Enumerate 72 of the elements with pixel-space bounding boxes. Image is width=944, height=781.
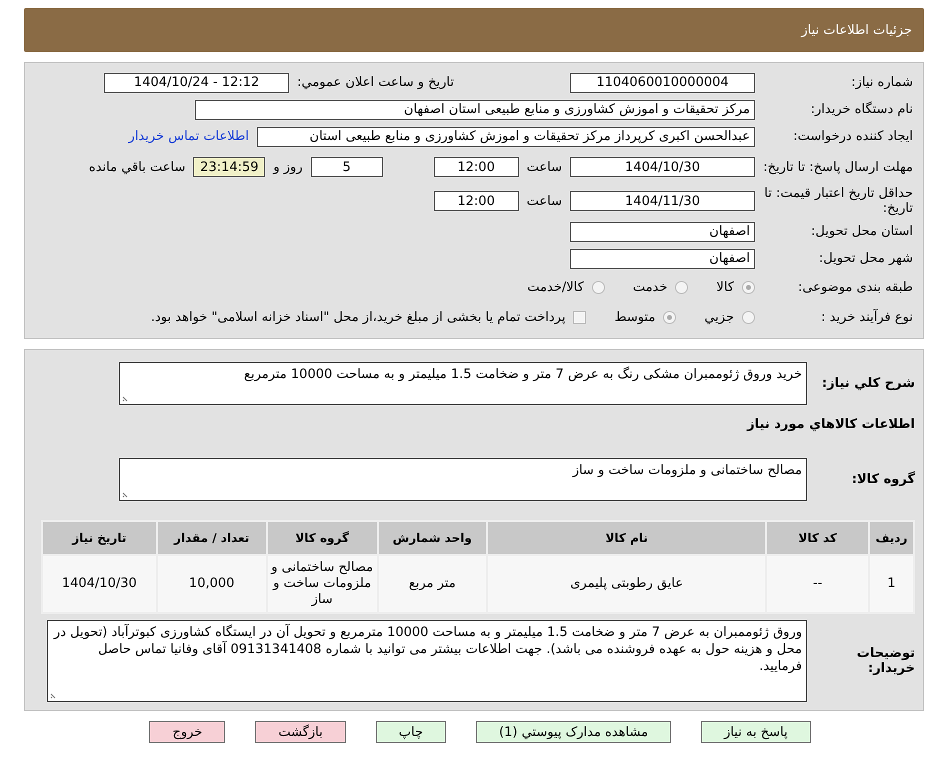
option-label: کالا (716, 280, 734, 294)
checkbox-label: پرداخت تمام یا بخشی از مبلغ خرید،از محل "اسناد خزانه اسلامی" خواهد بود. (150, 310, 566, 324)
field-label: نوع فرآیند خرید : (820, 310, 913, 324)
radio-button[interactable] (663, 310, 676, 324)
option-label: کالا/خدمت (527, 280, 584, 294)
input-field[interactable]: مرکز تحقیقات و اموزش کشاورزی و منابع طبیعی استان اصفهان (195, 100, 755, 120)
input-field[interactable]: 1104060010000004 (570, 72, 755, 92)
input-field[interactable]: 5 (310, 157, 383, 177)
button[interactable]: پاسخ به نیاز (701, 721, 811, 743)
countdown-field[interactable]: 23:14:59 (193, 157, 266, 177)
text-area-value: خرید وروق ژئوممبران مشکی رنگ به عرض 7 متر و ضخامت 1.5 میلیمتر و به مساحت 10000 مترمربع (244, 367, 802, 382)
field-label: مهلت ارسال پاسخ: تا تاریخ: (763, 160, 913, 174)
radio-button[interactable] (742, 280, 755, 294)
table-cell: مصالح ساختمانی و ملزومات ساخت و ساز (266, 555, 378, 613)
input-field[interactable]: اصفهان (570, 248, 755, 268)
field-label: شهر محل تحویل: (818, 251, 913, 266)
button[interactable]: خروج (149, 721, 226, 743)
table-cell: 1404/10/30 (42, 555, 157, 613)
column-header: تاریخ نیاز (42, 521, 157, 555)
text-area-value: مصالح ساختمانی و ملزومات ساخت و ساز (572, 462, 802, 478)
input-field[interactable]: 1404/10/24 - 12:12 (104, 72, 290, 92)
radio-button[interactable] (675, 280, 688, 294)
field-label: روز و (273, 160, 303, 174)
input-field[interactable]: عبدالحسن اکبری کرپرداز مرکز تحقیقات و اموزش کشاورزی و منابع طبیعی استان (257, 126, 755, 146)
page-title: جزئیات اطلاعات نیاز (24, 8, 924, 52)
field-label: طبقه بندی موضوعی: (796, 280, 913, 294)
table-cell: 1 (868, 555, 914, 613)
column-header: نام کالا (486, 521, 766, 555)
text-area-value: وروق ژئوممبران به عرض 7 متر و ضخامت 1.5 میلیمتر و به مساحت 10000 مترمربع و تحویل آن در ایستگاه کشاورزی کبوترآباد (تحویل در محل و هزینه حول به عهده فروشنده می باشد). جهت اطلاعات بیشتر می توانید با شماره 09131341408 آقای وفانیا تماس حاصل فرمایید. (54, 625, 802, 674)
field-label: ساعت (526, 194, 562, 208)
radio-button[interactable] (592, 280, 605, 294)
checkbox[interactable] (573, 310, 586, 324)
radio-button[interactable] (742, 310, 755, 324)
field-label: ساعت (526, 160, 562, 174)
input-field[interactable]: 12:00 (434, 191, 519, 211)
input-field[interactable]: 1404/11/30 (570, 191, 755, 211)
field-label: گروه کالا: (850, 472, 915, 486)
table-cell: 10,000 (156, 555, 267, 613)
column-header: گروه کالا (266, 521, 378, 555)
button[interactable]: چاپ (376, 721, 446, 743)
contact-link[interactable]: اطلاعات تماس خریدار (128, 129, 249, 144)
column-header: واحد شمارش (378, 521, 487, 555)
text-area[interactable] (47, 620, 807, 702)
option-label: جزيي (704, 310, 734, 324)
section-heading: اطلاعات کالاهاي مورد نياز (747, 417, 915, 432)
button[interactable]: مشاهده مدارک پیوستي (1) (476, 721, 672, 743)
field-label: توضیحات خریدار: (856, 646, 915, 676)
field-label: نام دستگاه خریدار: (810, 102, 913, 117)
text-area[interactable]: خرید وروق ژئوممبران مشکی رنگ به عرض 7 متر و ضخامت 1.5 میلیمتر و به مساحت 10000 مترمربع (119, 362, 807, 405)
resize-grip-icon[interactable] (122, 490, 130, 498)
field-label: تاريخ و ساعت اعلان عمومي: (297, 75, 454, 90)
column-header: ردیف (868, 521, 914, 555)
field-label: ایجاد کننده درخواست: (792, 129, 913, 144)
field-label: استان محل تحویل: (810, 224, 913, 239)
button[interactable]: بازگشت (255, 721, 346, 743)
resize-grip-icon[interactable] (122, 394, 130, 402)
option-label: خدمت (632, 280, 668, 294)
table-cell: عایق رطوبتی پلیمری (486, 555, 766, 613)
resize-grip-icon[interactable] (50, 691, 58, 699)
table-cell: -- (766, 555, 869, 613)
option-label: متوسط (614, 310, 656, 324)
input-field[interactable]: 12:00 (434, 157, 519, 177)
input-field[interactable]: اصفهان (570, 222, 755, 242)
table-cell: متر مربع (378, 555, 487, 613)
field-label: حداقل تاریخ اعتبار قیمت: تا تاریخ: (763, 186, 913, 216)
input-field[interactable]: 1404/10/30 (570, 157, 755, 177)
text-area[interactable]: مصالح ساختمانی و ملزومات ساخت و ساز (119, 458, 807, 500)
field-label: شرح کلي نياز: (820, 376, 915, 391)
field-label: شماره نیاز: (850, 75, 913, 90)
column-header: تعداد / مقدار (156, 521, 267, 555)
field-label: ساعت باقي مانده (88, 160, 186, 174)
column-header: کد کالا (766, 521, 869, 555)
